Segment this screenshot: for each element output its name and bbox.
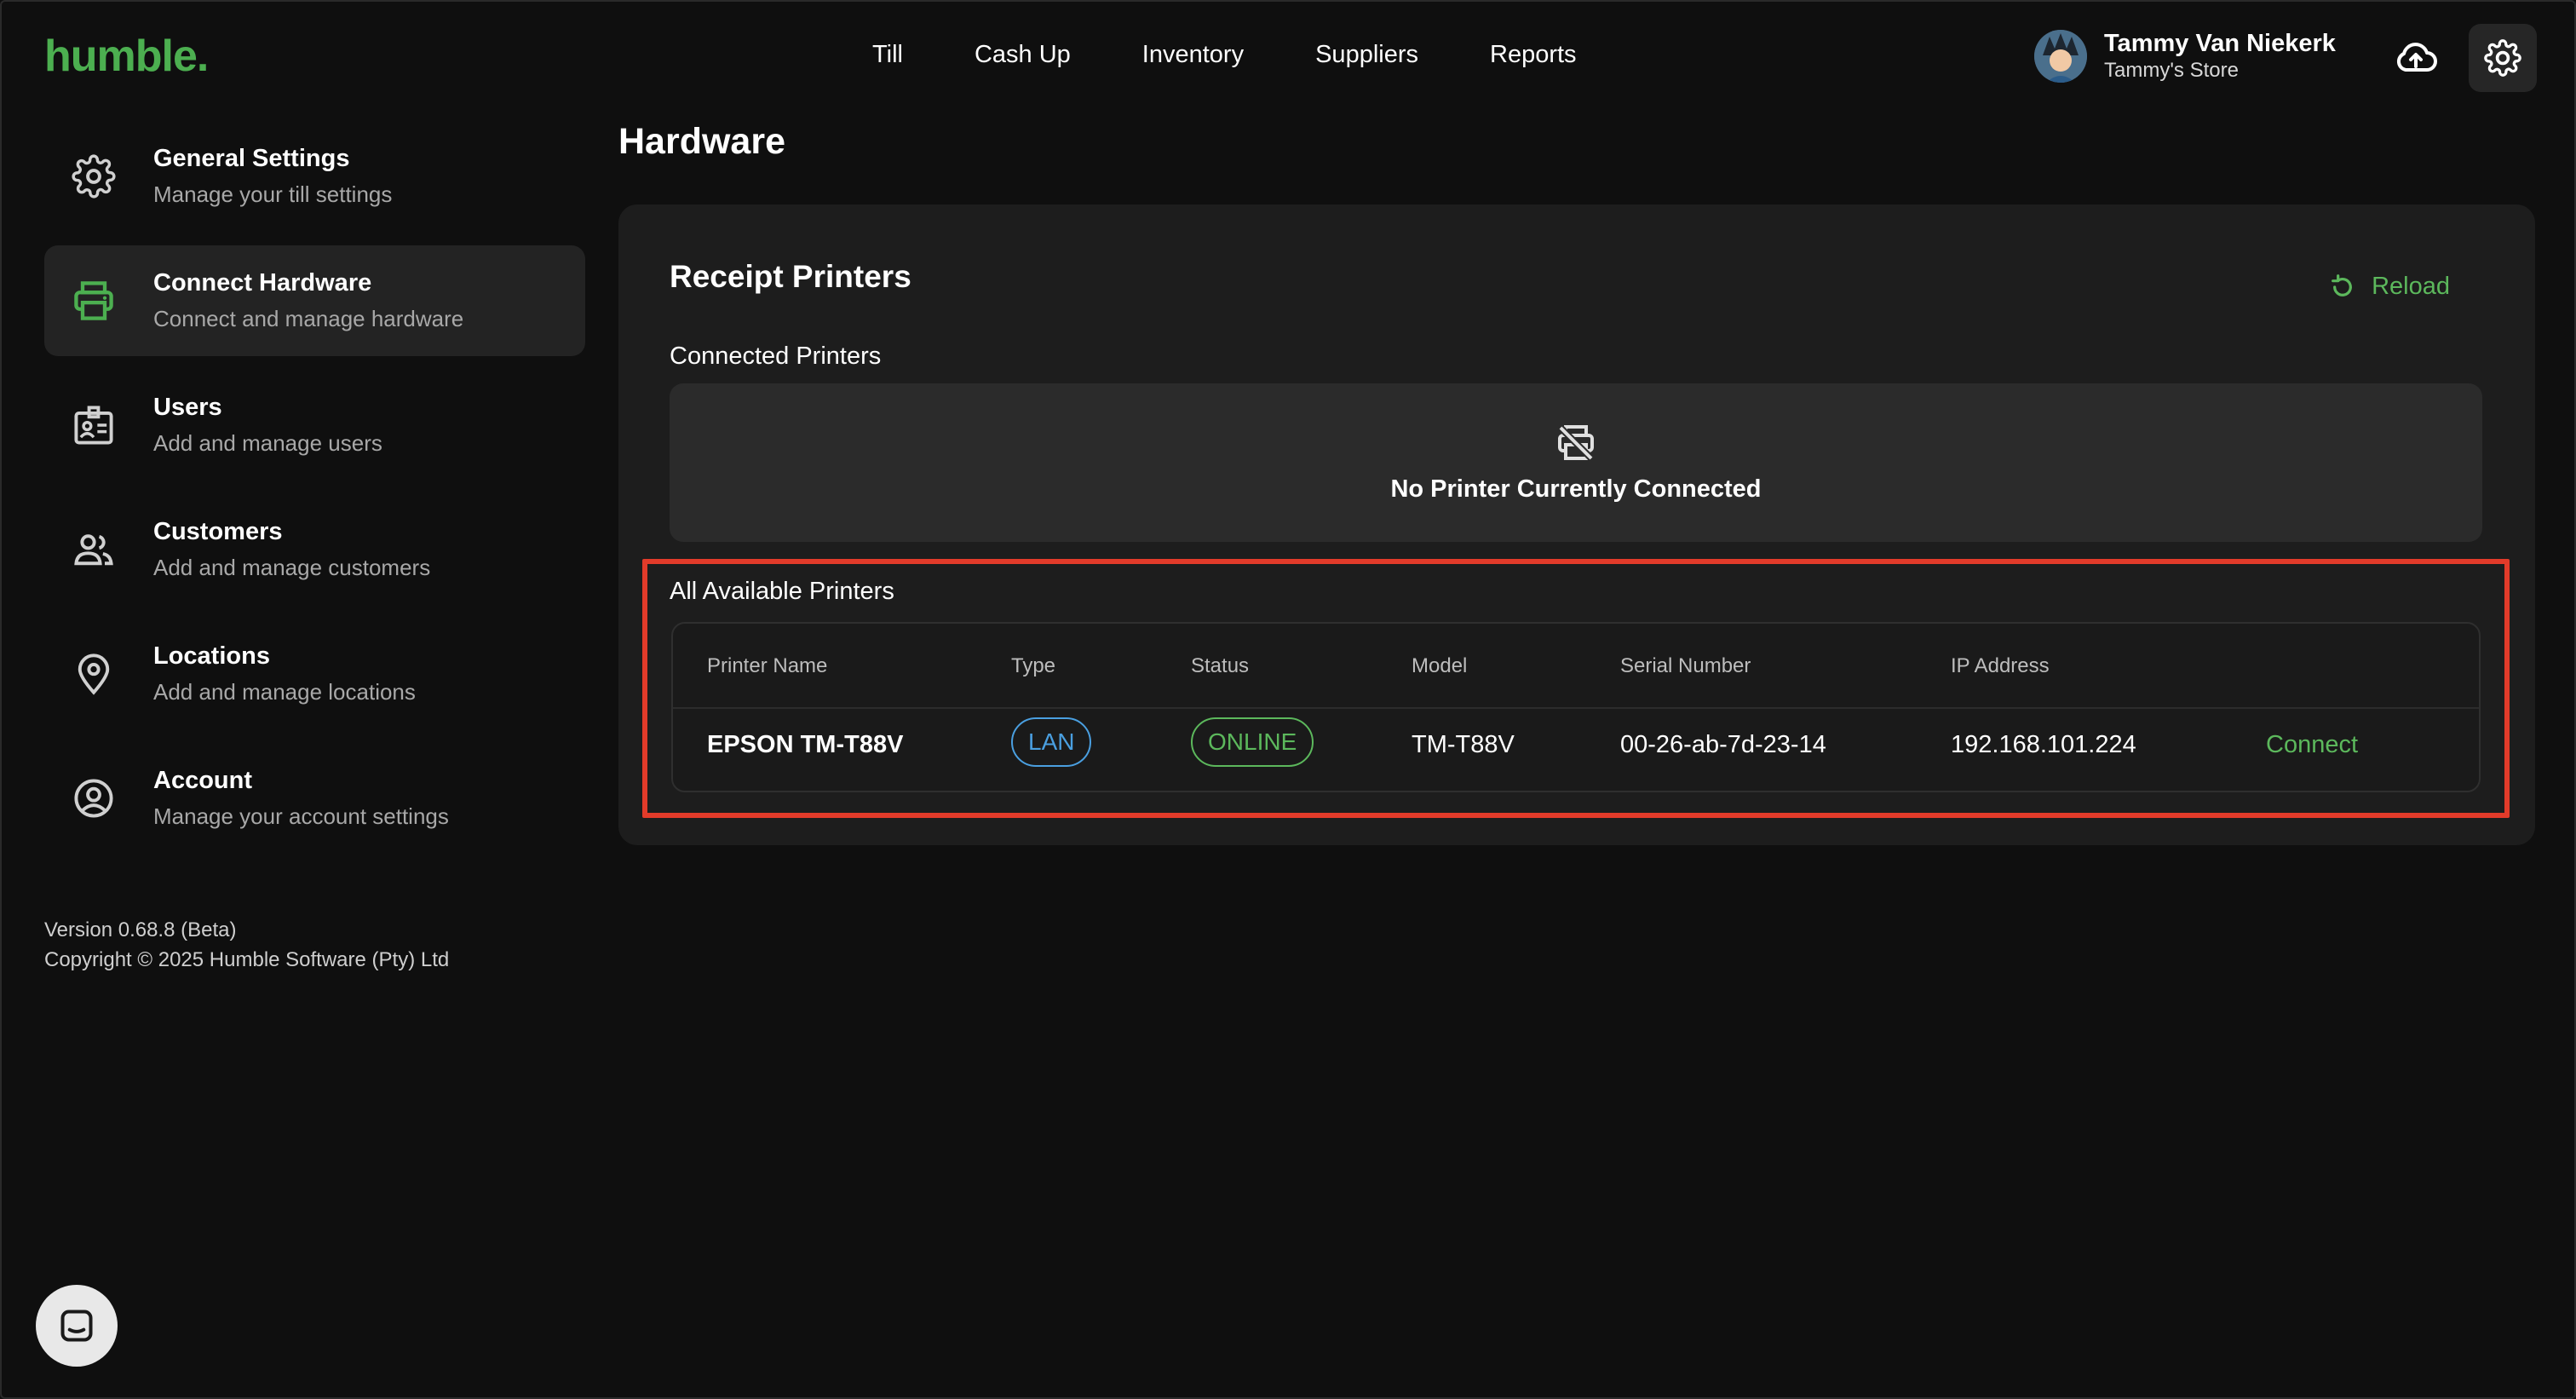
nav-inventory[interactable]: Inventory <box>1142 41 1244 69</box>
sidebar-item-title: Connect Hardware <box>153 269 372 296</box>
highlight-box <box>642 559 2510 818</box>
sidebar-item-users[interactable]: Users Add and manage users <box>44 370 585 481</box>
cloud-upload-button[interactable] <box>2392 37 2440 78</box>
reload-button[interactable]: Reload <box>2329 273 2450 301</box>
top-nav: Till Cash Up Inventory Suppliers Reports <box>872 41 1648 69</box>
sidebar-item-subtitle: Add and manage users <box>153 430 382 456</box>
connected-printers-label: Connected Printers <box>670 343 882 370</box>
sidebar-item-account[interactable]: Account Manage your account settings <box>44 743 585 854</box>
settings-button[interactable] <box>2469 24 2537 92</box>
user-name: Tammy Van Niekerk <box>2104 30 2336 57</box>
section-title: Receipt Printers <box>670 259 911 294</box>
sidebar-item-subtitle: Manage your account settings <box>153 803 449 829</box>
gear-icon <box>2484 39 2521 77</box>
id-badge-icon <box>74 406 113 445</box>
nav-cash-up[interactable]: Cash Up <box>975 41 1071 69</box>
sidebar-item-customers[interactable]: Customers Add and manage customers <box>44 494 585 605</box>
nav-till[interactable]: Till <box>872 41 903 69</box>
sidebar-item-subtitle: Connect and manage hardware <box>153 306 464 331</box>
nav-reports[interactable]: Reports <box>1490 41 1577 69</box>
nav-suppliers[interactable]: Suppliers <box>1315 41 1418 69</box>
sidebar-item-subtitle: Add and manage customers <box>153 555 431 580</box>
sidebar-item-subtitle: Manage your till settings <box>153 181 393 207</box>
app-window: humble. Till Cash Up Inventory Suppliers… <box>0 0 2576 1399</box>
sidebar-item-locations[interactable]: Locations Add and manage locations <box>44 619 585 729</box>
reload-icon <box>2332 273 2353 296</box>
settings-sidebar: General Settings Manage your till settin… <box>44 121 585 867</box>
sidebar-item-title: General Settings <box>153 145 350 172</box>
page-title: Hardware <box>618 121 785 162</box>
avatar <box>2034 30 2087 83</box>
reload-label: Reload <box>2372 273 2450 300</box>
no-printer-panel: No Printer Currently Connected <box>670 383 2482 542</box>
sidebar-item-title: Locations <box>153 642 270 670</box>
account-circle-icon <box>74 779 113 818</box>
user-profile[interactable]: Tammy Van Niekerk Tammy's Store <box>2034 29 2336 83</box>
printer-icon <box>74 281 113 320</box>
version-info: Version 0.68.8 (Beta) Copyright © 2025 H… <box>44 915 449 975</box>
sidebar-item-title: Customers <box>153 518 283 545</box>
chat-support-button[interactable] <box>36 1285 118 1367</box>
sidebar-item-general-settings[interactable]: General Settings Manage your till settin… <box>44 121 585 232</box>
no-printer-text: No Printer Currently Connected <box>1390 475 1762 503</box>
humble-logo[interactable]: humble. <box>44 31 209 82</box>
sidebar-item-subtitle: Add and manage locations <box>153 679 416 705</box>
sidebar-item-connect-hardware[interactable]: Connect Hardware Connect and manage hard… <box>44 245 585 356</box>
gear-icon <box>72 154 116 199</box>
chat-icon <box>60 1310 93 1342</box>
user-store: Tammy's Store <box>2104 59 2239 82</box>
sidebar-item-title: Account <box>153 767 252 794</box>
location-pin-icon <box>78 653 110 695</box>
copyright-text: Copyright © 2025 Humble Software (Pty) L… <box>44 948 450 971</box>
cloud-upload-icon <box>2396 43 2437 72</box>
people-icon <box>74 534 113 566</box>
version-text: Version 0.68.8 (Beta) <box>44 918 237 941</box>
printer-off-icon <box>1558 424 1594 461</box>
sidebar-item-title: Users <box>153 394 222 421</box>
